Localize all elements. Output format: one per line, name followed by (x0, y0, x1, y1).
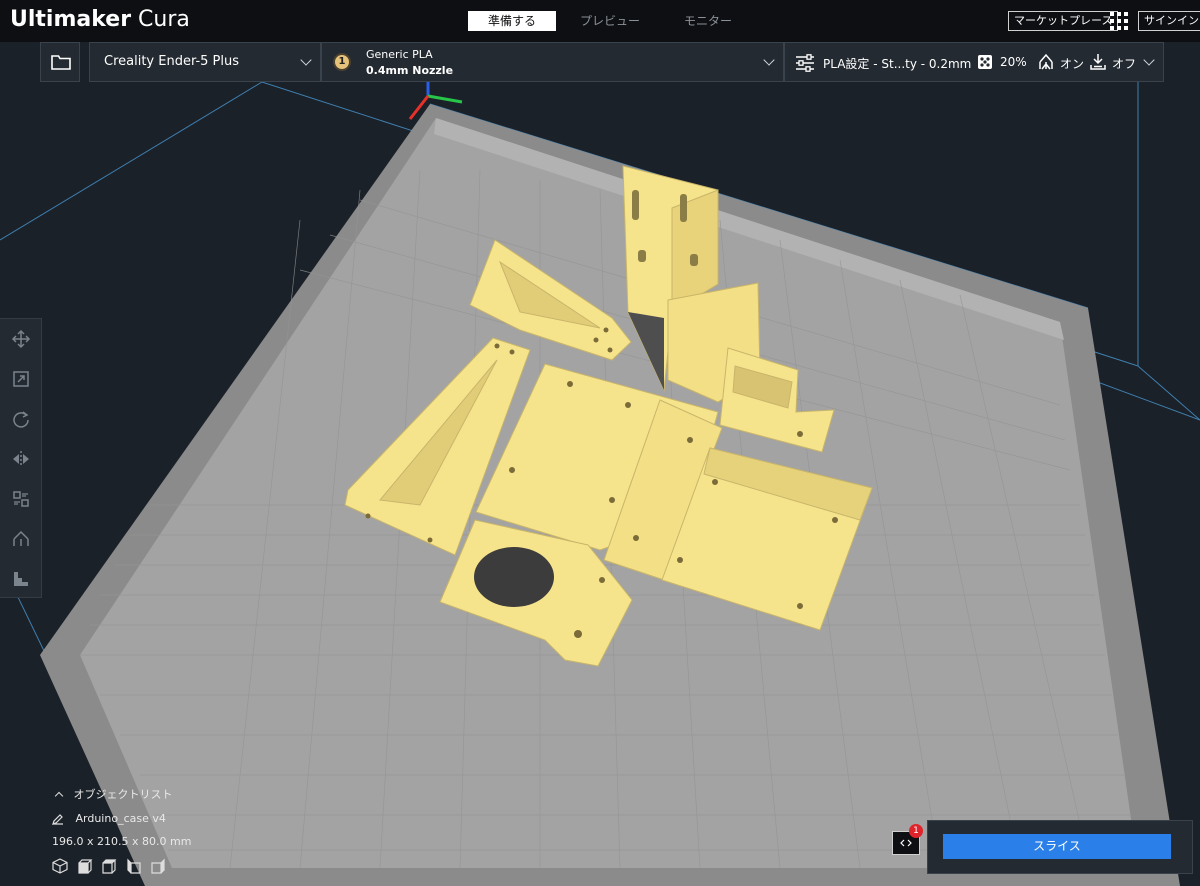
chevron-down-icon (763, 54, 775, 66)
printer-name: Creality Ender-5 Plus (104, 54, 240, 69)
material-name: Generic PLA (366, 48, 433, 61)
tab-preview[interactable]: プレビュー (566, 11, 654, 31)
lay-flat-icon[interactable] (11, 569, 31, 589)
view-front-icon[interactable] (77, 858, 93, 874)
profile-name: PLA設定 - St...ty - 0.2mm (823, 57, 972, 71)
open-file-button[interactable] (40, 42, 80, 82)
signin-button[interactable]: サインイン (1138, 11, 1200, 31)
apps-grid-icon[interactable] (1110, 12, 1128, 30)
extruder-number-icon: 1 (333, 53, 351, 71)
infill-icon (978, 55, 992, 69)
object-name-row[interactable]: Arduino_case v4 (52, 812, 166, 825)
view-right-icon[interactable] (150, 858, 166, 874)
support-icon (1039, 53, 1053, 70)
printer-selector[interactable]: Creality Ender-5 Plus (89, 42, 321, 82)
logo-brand: Ultimaker (10, 7, 132, 32)
object-name: Arduino_case v4 (75, 812, 166, 825)
move-tool-icon[interactable] (11, 329, 31, 349)
config-bar: Creality Ender-5 Plus 1 Generic PLA 0.4m… (0, 42, 1200, 82)
support-blocker-icon[interactable] (11, 529, 31, 549)
nozzle-size: 0.4mm Nozzle (366, 64, 454, 77)
object-list-toggle[interactable]: オブジェクトリスト (52, 786, 173, 802)
pencil-icon (52, 814, 63, 825)
per-model-settings-icon[interactable] (11, 489, 31, 509)
chevron-down-icon (300, 54, 312, 66)
scale-tool-icon[interactable] (11, 369, 31, 389)
view-top-icon[interactable] (101, 858, 117, 874)
object-dimensions: 196.0 x 210.5 x 80.0 mm (52, 835, 192, 848)
slice-panel: スライス (927, 820, 1193, 874)
extruder-selector[interactable]: 1 Generic PLA 0.4mm Nozzle (321, 42, 784, 82)
marketplace-button[interactable]: マーケットプレース (1008, 11, 1119, 31)
adhesion-icon (1090, 54, 1106, 70)
view-3d-icon[interactable] (52, 858, 68, 874)
slice-button[interactable]: スライス (943, 834, 1171, 859)
rotate-tool-icon[interactable] (11, 409, 31, 429)
build-plate-viewport[interactable] (0, 82, 1200, 886)
logo-product: Cura (138, 7, 190, 32)
view-left-icon[interactable] (126, 858, 142, 874)
notification-badge: 1 (909, 824, 923, 838)
object-list-header: オブジェクトリスト (73, 788, 173, 801)
chevron-up-icon (54, 791, 64, 801)
infill-value: 20% (1000, 55, 1027, 69)
folder-icon (51, 55, 71, 70)
tab-monitor[interactable]: モニター (664, 11, 752, 31)
support-value: オン (1060, 57, 1085, 71)
tool-panel (0, 318, 42, 598)
mirror-tool-icon[interactable] (11, 449, 31, 469)
adhesion-value: オフ (1112, 57, 1137, 71)
top-bar: Ultimaker Cura 準備する プレビュー モニター マーケットプレース… (0, 0, 1200, 42)
tab-prepare[interactable]: 準備する (468, 11, 556, 31)
settings-sliders-icon (796, 54, 814, 72)
app-logo: Ultimaker Cura (10, 6, 190, 34)
chevron-down-icon (1143, 54, 1155, 66)
stage-tabs: 準備する プレビュー モニター (468, 11, 762, 31)
print-settings-panel[interactable]: PLA設定 - St...ty - 0.2mm 20% オン オフ (784, 42, 1164, 82)
view-buttons (52, 858, 166, 877)
